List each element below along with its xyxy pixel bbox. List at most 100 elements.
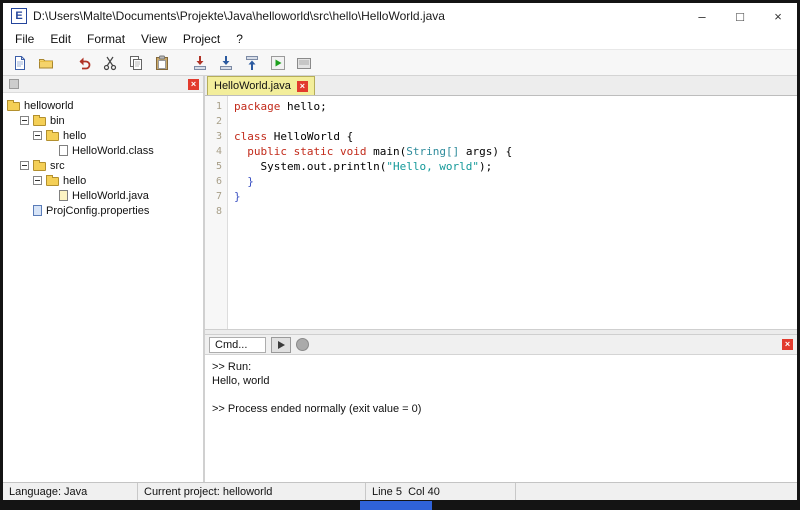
cmd-selector[interactable]: Cmd... [209, 336, 267, 353]
file-icon [59, 145, 68, 156]
compile-icon [192, 55, 208, 71]
tree-item-helloworld[interactable]: helloworld [3, 98, 203, 113]
minimize-button[interactable]: – [683, 3, 721, 29]
output-close-button[interactable]: × [782, 339, 793, 350]
app-icon: E [11, 8, 27, 24]
new-file-button[interactable] [7, 51, 33, 75]
cut-button[interactable] [97, 51, 123, 75]
open-folder-icon [38, 55, 54, 71]
project-tree-header: × [3, 76, 203, 93]
tree-item-label: bin [50, 114, 65, 127]
menu-format[interactable]: Format [79, 32, 133, 46]
code-line: 5 System.out.println("Hello, world"); [205, 159, 797, 174]
line-number: 8 [215, 206, 222, 217]
paste-button[interactable] [149, 51, 175, 75]
tree-item-label: hello [63, 129, 87, 142]
taskbar-fragment [360, 501, 432, 510]
code-editor[interactable]: 1 package hello; 2 3 class HelloWorld {4 pub… [205, 96, 797, 329]
code-line: 7} [205, 189, 797, 204]
line-number: 2 [215, 116, 222, 127]
menu-file[interactable]: File [7, 32, 42, 46]
window-title: D:\Users\Malte\Documents\Projekte\Java\h… [33, 9, 445, 23]
tree-item-bin[interactable]: bin [3, 113, 203, 128]
line-number: 4 [215, 146, 222, 157]
code-line: 6 } [205, 174, 797, 189]
menu-edit[interactable]: Edit [42, 32, 79, 46]
output-line: Hello, world [212, 375, 270, 387]
cut-icon [102, 55, 118, 71]
code-line: 8 [205, 204, 797, 219]
tab-close-button[interactable]: × [296, 80, 308, 92]
expander-icon[interactable] [33, 176, 42, 185]
tab-label: HelloWorld.java [214, 80, 291, 92]
tab-bar: HelloWorld.java × [205, 76, 797, 96]
folder-icon [33, 115, 46, 126]
menu-help[interactable]: ? [228, 32, 251, 46]
tree-item-label: helloworld [24, 99, 74, 112]
menu-view[interactable]: View [133, 32, 175, 46]
tree-item-label: HelloWorld.class [72, 144, 154, 157]
tab-helloworld-java[interactable]: HelloWorld.java × [207, 76, 315, 95]
output-panel-header: Cmd... × [205, 335, 797, 355]
folder-icon [46, 175, 59, 186]
window-frame: E D:\Users\Malte\Documents\Projekte\Java… [0, 0, 800, 510]
undo-button[interactable] [71, 51, 97, 75]
tree-item-helloworld-java[interactable]: HelloWorld.java [3, 188, 203, 203]
tree-item-src[interactable]: src [3, 158, 203, 173]
line-number: 7 [215, 191, 222, 202]
folder-icon [46, 130, 59, 141]
compile-button[interactable] [187, 51, 213, 75]
play-icon [277, 340, 285, 349]
menu-project[interactable]: Project [175, 32, 228, 46]
status-position: Line 5 Col 40 [366, 483, 516, 500]
project-tree: helloworld bin hello HelloWorld.class src hel… [3, 93, 203, 482]
status-project: Current project: helloworld [138, 483, 366, 500]
tree-item-label: HelloWorld.java [72, 189, 149, 202]
compile-all-button[interactable] [213, 51, 239, 75]
tree-item-label: hello [63, 174, 87, 187]
new-file-icon [12, 55, 28, 71]
code-text: package hello; [234, 100, 327, 113]
undo-icon [76, 55, 92, 71]
tree-item-hello[interactable]: hello [3, 173, 203, 188]
status-bar: Language: Java Current project: hellowor… [3, 482, 797, 500]
run-button[interactable] [265, 51, 291, 75]
close-button[interactable]: × [759, 3, 797, 29]
window-controls: – □ × [683, 3, 797, 29]
terminal-button[interactable] [291, 51, 317, 75]
output-console[interactable]: >> Run: Hello, world >> Process ended nor… [205, 355, 797, 482]
open-file-button[interactable] [33, 51, 59, 75]
line-number: 1 [215, 101, 222, 112]
expander-icon[interactable] [20, 161, 29, 170]
line-number: 3 [215, 131, 222, 142]
output-line: >> Process ended normally (exit value = … [212, 403, 422, 415]
output-line: >> Run: [212, 361, 252, 373]
titlebar: E D:\Users\Malte\Documents\Projekte\Java… [3, 3, 797, 29]
output-stop-button[interactable] [296, 338, 310, 351]
folder-icon [33, 160, 46, 171]
code-text: System.out.println("Hello, world"); [234, 160, 493, 173]
expander-icon[interactable] [20, 116, 29, 125]
paste-icon [154, 55, 170, 71]
code-text: public static void main(String[] args) { [247, 145, 513, 158]
tree-item-projconfig-properties[interactable]: ProjConfig.properties [3, 203, 203, 218]
toolbar [3, 50, 797, 76]
tree-item-hello[interactable]: hello [3, 128, 203, 143]
copy-button[interactable] [123, 51, 149, 75]
maximize-button[interactable]: □ [721, 3, 759, 29]
line-number: 5 [215, 161, 222, 172]
panel-icon [9, 79, 19, 89]
terminal-icon [296, 55, 312, 71]
code-text: } [234, 175, 254, 188]
code-line: 1 package hello; [205, 99, 797, 114]
app-window: E D:\Users\Malte\Documents\Projekte\Java… [3, 3, 797, 500]
build-jar-button[interactable] [239, 51, 265, 75]
jar-icon [244, 55, 260, 71]
run-icon [270, 55, 286, 71]
expander-icon[interactable] [33, 131, 42, 140]
tree-item-helloworld-class[interactable]: HelloWorld.class [3, 143, 203, 158]
tree-close-button[interactable]: × [188, 78, 199, 90]
line-number: 6 [215, 176, 222, 187]
output-run-button[interactable] [271, 336, 292, 353]
